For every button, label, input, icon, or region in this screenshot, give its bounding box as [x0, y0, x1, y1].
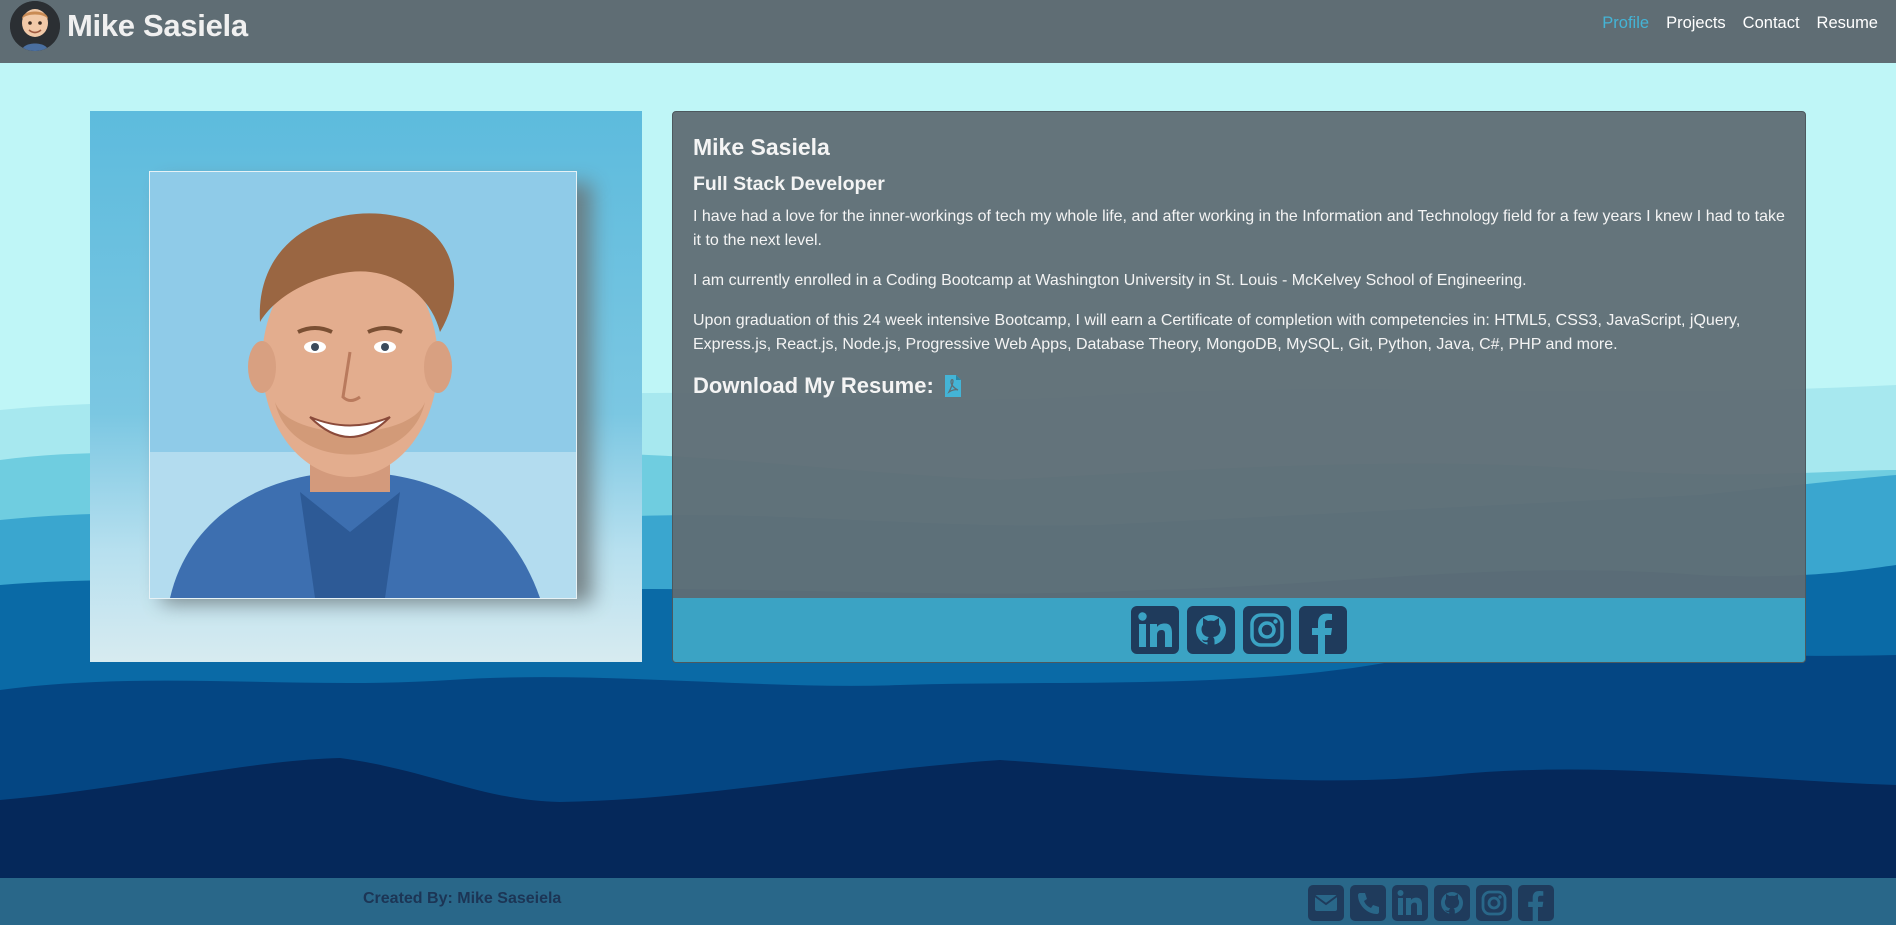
linkedin-icon[interactable]: [1130, 605, 1180, 655]
main-nav: Profile Projects Contact Resume: [1585, 0, 1878, 46]
bio-paragraph-1: I have had a love for the inner-workings…: [693, 208, 1785, 249]
profile-photo-card: [90, 111, 642, 662]
profile-info-body: Mike Sasiela Full Stack Developer I have…: [673, 112, 1805, 598]
envelope-icon[interactable]: [1307, 884, 1345, 922]
nav-contact[interactable]: Contact: [1743, 14, 1800, 33]
instagram-icon[interactable]: [1475, 884, 1513, 922]
nav-resume[interactable]: Resume: [1817, 14, 1878, 33]
github-icon[interactable]: [1433, 884, 1471, 922]
facebook-icon[interactable]: [1298, 605, 1348, 655]
avatar: [10, 1, 60, 51]
linkedin-icon[interactable]: [1391, 884, 1429, 922]
portrait-illustration: [150, 172, 576, 598]
download-resume-label: Download My Resume:: [693, 373, 934, 398]
instagram-icon[interactable]: [1242, 605, 1292, 655]
facebook-icon[interactable]: [1517, 884, 1555, 922]
page-footer: Created By: Mike Saseiela: [0, 878, 1896, 925]
footer-contact-icons: [1307, 884, 1559, 922]
bio-paragraph-3: Upon graduation of this 24 week intensiv…: [693, 312, 1741, 353]
bio-paragraph-2: I am currently enrolled in a Coding Boot…: [693, 272, 1527, 289]
brand-name: Mike Sasiela: [67, 8, 248, 43]
footer-credit: Created By: Mike Saseiela: [363, 890, 562, 907]
navbar: Mike Sasiela Profile Projects Contact Re…: [0, 0, 1896, 63]
profile-photo: [149, 171, 577, 599]
github-icon[interactable]: [1186, 605, 1236, 655]
download-resume: Download My Resume:: [693, 373, 1785, 399]
file-pdf-icon[interactable]: [944, 374, 962, 398]
nav-profile[interactable]: Profile: [1602, 14, 1649, 33]
profile-info-card: Mike Sasiela Full Stack Developer I have…: [672, 111, 1806, 663]
nav-projects[interactable]: Projects: [1666, 14, 1726, 33]
brand[interactable]: Mike Sasiela: [10, 0, 248, 52]
social-links-bar: [673, 598, 1805, 662]
phone-icon[interactable]: [1349, 884, 1387, 922]
profile-name: Mike Sasiela: [693, 134, 830, 160]
profile-title: Full Stack Developer: [693, 173, 885, 195]
